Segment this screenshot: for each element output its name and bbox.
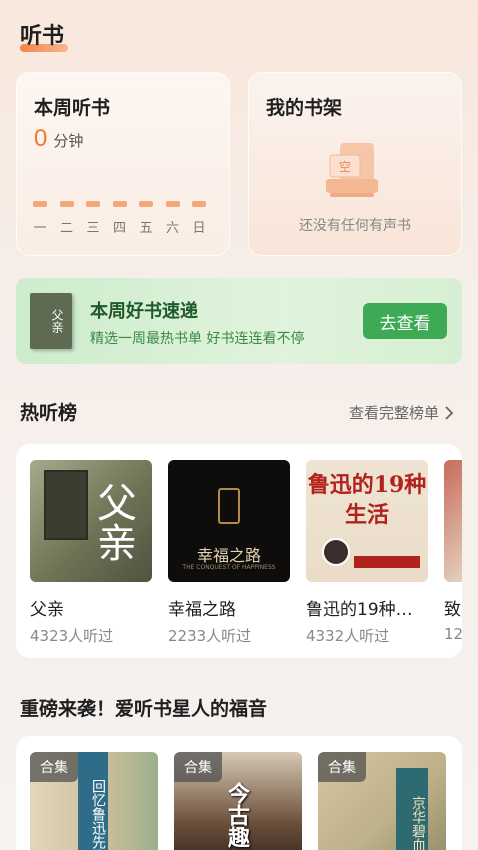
banner-book-cover: 父亲 — [30, 293, 72, 349]
book-title: 父亲 — [30, 600, 64, 620]
shelf-empty-text: 还没有任何有声书 — [299, 218, 411, 234]
cover-subtitle-text: THE CONQUEST OF HAPPINESS — [182, 564, 276, 571]
day-bar — [139, 201, 153, 207]
book-play-count: 12 — [444, 625, 462, 643]
collection-cover-title: 今古趣 — [224, 782, 249, 848]
weekly-listening-card[interactable]: 本周听书 0 分钟 一 二 三 四 五 六 日 — [16, 72, 230, 256]
ranking-list: 父亲 父亲 4323人听过 幸福之路 THE CONQUEST OF HAPPI… — [16, 444, 462, 658]
day-bar — [192, 201, 206, 207]
page-title: 听书 — [20, 24, 65, 49]
cover-title-text: 幸福之路 — [196, 546, 261, 565]
minutes-value: 0 — [34, 125, 48, 152]
view-full-ranking-label: 查看完整榜单 — [348, 404, 439, 422]
banner-subtitle: 精选一周最热书单 好书连连看不停 — [90, 331, 305, 347]
book-cover: 鲁迅的19种生活 — [306, 460, 428, 582]
chevron-right-icon — [445, 405, 454, 420]
collection-badge: 合集 — [30, 752, 78, 782]
day-bar — [33, 201, 47, 207]
book-title: 致 — [444, 600, 461, 620]
my-bookshelf-card[interactable]: 我的书架 空 还没有任何有声书 — [248, 72, 462, 256]
book-play-count: 4332人听过 — [306, 627, 390, 645]
book-cover — [444, 460, 462, 582]
collection-badge: 合集 — [318, 752, 366, 782]
collection-item[interactable]: 合集 京华碧血 — [318, 752, 446, 850]
day-bar — [59, 201, 74, 207]
day-label: 四 — [112, 221, 126, 236]
collections-section-title: 重磅来袭！爱听书星人的福音 — [20, 698, 268, 720]
day-sunday: 日 — [191, 201, 207, 236]
day-tuesday: 二 — [59, 201, 75, 236]
view-picks-button[interactable]: 去查看 — [363, 303, 447, 339]
book-play-count: 4323人听过 — [30, 627, 114, 645]
day-monday: 一 — [32, 201, 48, 236]
ranking-book-item[interactable]: 致 12 — [444, 460, 462, 643]
day-label: 二 — [59, 221, 73, 236]
day-label: 六 — [165, 221, 179, 236]
day-label: 三 — [86, 221, 100, 236]
day-thursday: 四 — [112, 201, 128, 236]
day-saturday: 六 — [165, 201, 181, 236]
book-cover: 父亲 — [30, 460, 152, 582]
day-label: 五 — [139, 221, 153, 236]
day-bar — [165, 201, 180, 207]
day-label: 日 — [192, 221, 206, 236]
book-play-count: 2233人听过 — [168, 627, 252, 645]
cover-title-text: 鲁迅的19种生活 — [307, 472, 427, 528]
weekly-minutes: 0 分钟 — [34, 125, 83, 153]
collection-item[interactable]: 合集 今古趣 — [174, 752, 302, 850]
day-wednesday: 三 — [85, 201, 101, 236]
cover-title-text: 父亲 — [90, 482, 136, 562]
day-bar — [112, 201, 127, 207]
author-portrait — [322, 538, 350, 566]
collection-item[interactable]: 合集 回忆鲁迅先生 — [30, 752, 158, 850]
my-bookshelf-title: 我的书架 — [266, 97, 343, 119]
collection-cover-title: 京华碧血 — [396, 768, 428, 850]
weekly-listening-title: 本周听书 — [34, 97, 111, 119]
empty-shelf-glyph: 空 — [339, 160, 351, 174]
day-label: 一 — [33, 221, 47, 236]
ranking-book-item[interactable]: 鲁迅的19种生活 鲁迅的19种… 4332人听过 — [306, 460, 428, 646]
hourglass-icon — [218, 488, 240, 524]
cover-window-art — [44, 470, 88, 540]
collection-cover-title: 回忆鲁迅先生 — [78, 752, 108, 850]
banner-title: 本周好书速递 — [90, 301, 198, 322]
weekly-picks-banner[interactable]: 父亲 本周好书速递 精选一周最热书单 好书连连看不停 去查看 — [16, 278, 462, 364]
day-bar — [86, 201, 100, 207]
book-cover: 幸福之路 THE CONQUEST OF HAPPINESS — [168, 460, 290, 582]
minutes-unit: 分钟 — [53, 132, 84, 150]
cover-strip — [354, 556, 420, 568]
page-header: 听书 — [20, 18, 68, 52]
ranking-section-title: 热听榜 — [20, 402, 78, 424]
collections-list: 合集 回忆鲁迅先生 合集 今古趣 合集 京华碧血 — [16, 736, 462, 850]
ranking-book-item[interactable]: 幸福之路 THE CONQUEST OF HAPPINESS 幸福之路 2233… — [168, 460, 290, 646]
ranking-book-item[interactable]: 父亲 父亲 4323人听过 — [30, 460, 152, 646]
weekday-bars: 一 二 三 四 五 六 日 — [32, 201, 207, 236]
book-title: 鲁迅的19种… — [306, 600, 413, 620]
banner-cover-title: 父亲 — [50, 309, 64, 333]
collection-badge: 合集 — [174, 752, 222, 782]
view-full-ranking-link[interactable]: 查看完整榜单 — [349, 402, 454, 423]
day-friday: 五 — [138, 201, 154, 236]
book-title: 幸福之路 — [168, 600, 236, 620]
empty-shelf-icon: 空 — [326, 143, 378, 197]
